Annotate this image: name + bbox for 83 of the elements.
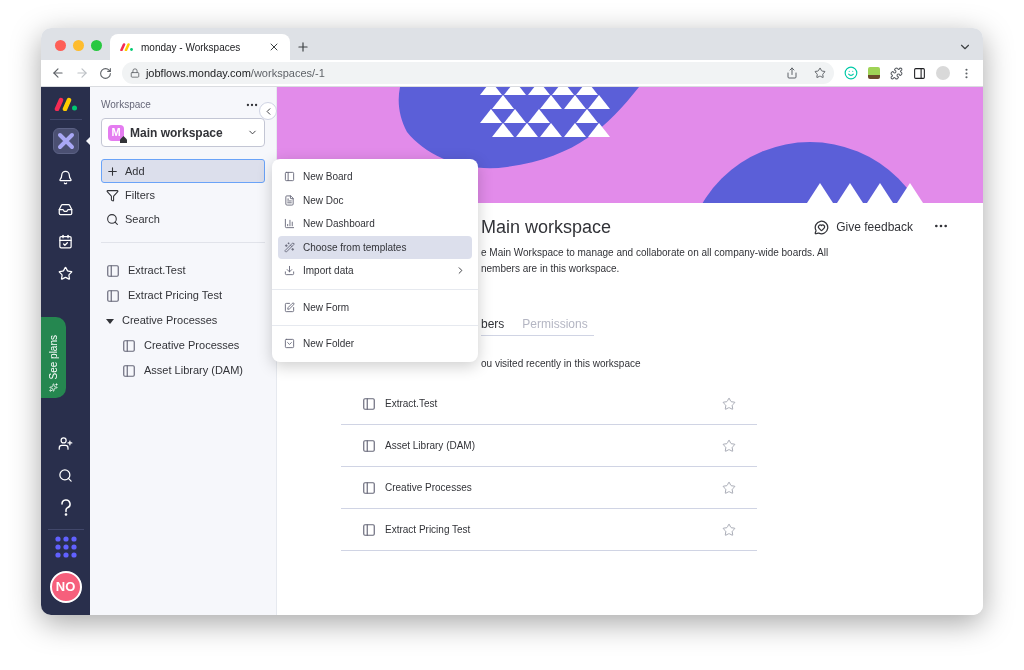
board-icon [362, 438, 376, 453]
logo-icon [120, 43, 133, 51]
board-row[interactable]: Extract Pricing Test [341, 509, 757, 551]
board-name: Extract.Test [385, 397, 439, 411]
browser-tab[interactable]: monday - Workspaces [110, 34, 290, 60]
menu-item[interactable]: New Dashboard [278, 212, 472, 236]
feedback-icon [814, 219, 830, 235]
sidebar-action[interactable]: Add [101, 159, 265, 183]
plus-icon [106, 164, 119, 178]
description-line: nembers are in this workspace. [481, 262, 621, 276]
board-icon [122, 363, 136, 378]
board-name: Extract Pricing Test [385, 523, 472, 537]
search-icon[interactable] [58, 467, 73, 483]
folder-icon [284, 338, 295, 350]
board-row[interactable]: Asset Library (DAM) [341, 425, 757, 467]
back-icon[interactable] [51, 66, 65, 80]
wand-icon [284, 241, 295, 253]
reload-icon[interactable] [98, 66, 112, 80]
download-icon [284, 265, 295, 277]
see-plans-tab[interactable]: See plans [41, 317, 66, 398]
sidebar-item[interactable]: Extract Pricing Test [128, 287, 222, 304]
close-icon[interactable] [268, 41, 280, 53]
document-icon [284, 194, 295, 206]
board-name: Creative Processes [385, 481, 473, 495]
star-icon[interactable] [722, 480, 736, 495]
bookmark-icon[interactable] [814, 67, 827, 79]
filter-icon [106, 188, 119, 202]
menu-item[interactable]: Import data [278, 259, 472, 283]
bell-icon[interactable] [58, 169, 73, 185]
workspace-title: Main workspace [481, 216, 613, 239]
sidebar-item[interactable]: Creative Processes [122, 312, 218, 329]
star-icon[interactable] [722, 438, 736, 453]
puzzle-icon[interactable] [890, 66, 904, 80]
board-row[interactable]: Extract.Test [341, 383, 757, 425]
board-icon [106, 263, 120, 278]
search-icon [106, 212, 119, 226]
form-icon [284, 301, 295, 313]
logo-icon[interactable] [53, 97, 78, 111]
workspaces-tile[interactable] [52, 128, 79, 154]
menu-item[interactable]: New Folder [278, 332, 472, 356]
sidebar-label: Workspace [101, 98, 151, 112]
calendar-icon[interactable] [58, 233, 73, 249]
description-line: e Main Workspace to manage and collaborate on all company-wide boards. All [481, 246, 830, 260]
url-text: jobflows.monday.com/workspaces/-1 [145, 65, 326, 81]
tab-title: monday - Workspaces [141, 40, 242, 55]
board-row[interactable]: Creative Processes [341, 467, 757, 509]
workspace-tab[interactable]: bers [481, 315, 505, 333]
sparkle-icon [49, 383, 58, 392]
workspace-dropdown[interactable]: M Main workspace [101, 118, 265, 147]
extension-icon[interactable] [868, 67, 881, 79]
board-icon [284, 171, 295, 183]
workspace-name: Main workspace [130, 124, 224, 142]
caret-icon[interactable] [106, 316, 114, 325]
sidebar-item[interactable]: Asset Library (DAM) [144, 362, 244, 379]
board-icon [362, 480, 376, 495]
board-icon [106, 288, 120, 303]
lock-icon [129, 68, 140, 78]
star-icon[interactable] [722, 396, 736, 411]
share-icon[interactable] [786, 67, 799, 79]
url-field[interactable]: jobflows.monday.com/workspaces/-1 [121, 62, 835, 84]
menu-item[interactable]: New Doc [278, 188, 472, 212]
sidebar-item[interactable]: Creative Processes [144, 337, 240, 354]
chart-icon [284, 218, 295, 230]
inbox-icon[interactable] [58, 201, 73, 217]
menu-item[interactable]: Choose from templates [278, 235, 472, 259]
menu-item[interactable]: New Board [278, 165, 472, 189]
apps-grid-icon[interactable] [54, 536, 77, 558]
star-icon[interactable] [722, 522, 736, 537]
sidebar-action[interactable]: Search [101, 207, 265, 231]
recent-caption: ou visited recently in this workspace [480, 357, 642, 371]
help-icon[interactable] [59, 498, 72, 516]
menu-item[interactable]: New Form [278, 295, 472, 319]
feedback-button[interactable]: Give feedback [814, 218, 913, 236]
new-tab-icon[interactable] [296, 40, 310, 54]
sidebar-item[interactable]: Extract.Test [128, 262, 186, 279]
workspace-avatar: M [108, 124, 124, 141]
board-icon [362, 396, 376, 411]
board-icon [122, 338, 136, 353]
board-name: Asset Library (DAM) [385, 439, 476, 453]
sidebar-action[interactable]: Filters [101, 183, 265, 207]
board-icon [362, 522, 376, 537]
side-panel-icon[interactable] [913, 66, 927, 80]
add-user-icon[interactable] [58, 435, 73, 451]
